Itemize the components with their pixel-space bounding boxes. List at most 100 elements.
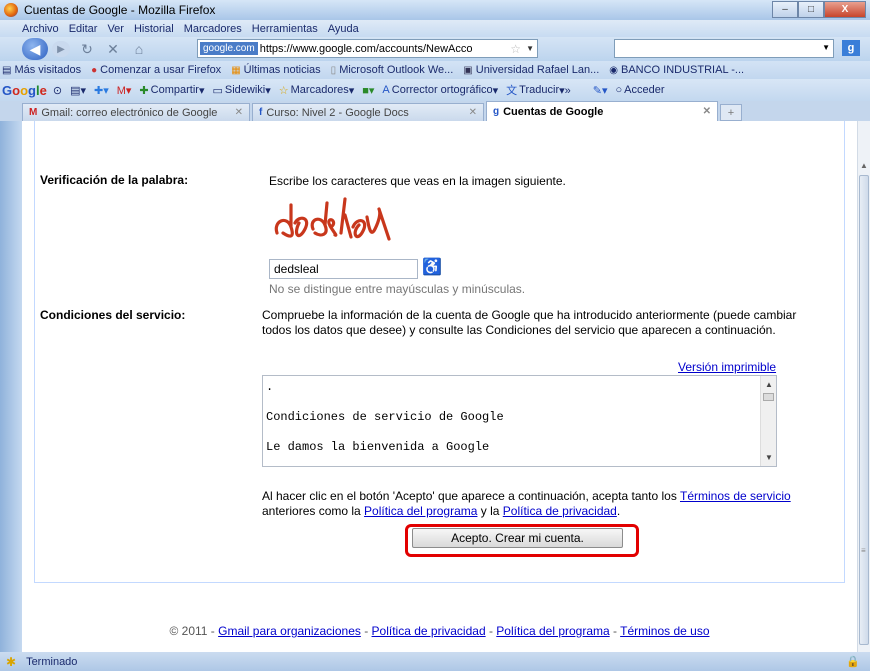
search-dropdown-icon[interactable]: ▼ xyxy=(822,43,830,52)
home-icon[interactable]: ⌂ xyxy=(130,41,148,57)
bookmark-latest-news[interactable]: ▦ Últimas noticias xyxy=(231,64,320,76)
gmail-icon: M xyxy=(29,107,38,118)
spellcheck-icon: A xyxy=(382,84,390,96)
star-icon: ☆ xyxy=(278,84,289,97)
minimize-button[interactable]: – xyxy=(772,1,798,18)
toolbar-signin-button[interactable]: ○ Acceder xyxy=(616,84,665,96)
tab-google-accounts[interactable]: g Cuentas de Google ✕ xyxy=(486,101,718,121)
tab-close-icon[interactable]: ✕ xyxy=(469,107,477,118)
footer-link-program-policy[interactable]: Política del programa xyxy=(496,624,609,638)
url-text[interactable]: https://www.google.com/accounts/NewAcco xyxy=(260,43,473,55)
toolbar-spellcheck-button[interactable]: A Corrector ortográfico ▾ xyxy=(382,84,498,97)
sidewiki-icon: ▭ xyxy=(212,84,223,97)
toolbar-sidewiki-button[interactable]: ▭ Sidewiki ▾ xyxy=(212,84,270,97)
page-footer: © 2011 - Gmail para organizaciones - Pol… xyxy=(169,624,710,638)
captcha-image-graphic xyxy=(274,197,391,241)
google-search-icon[interactable]: g xyxy=(842,40,860,56)
bookmark-getting-started[interactable]: ● Comenzar a usar Firefox xyxy=(91,64,221,76)
accessibility-icon[interactable]: ♿ xyxy=(422,257,442,277)
forward-button[interactable]: ▶ xyxy=(52,41,70,57)
bookmark-star-icon[interactable]: ☆ xyxy=(510,42,521,56)
scroll-grip-icon: ≡ xyxy=(861,546,866,555)
bookmark-bank[interactable]: ◉ BANCO INDUSTRIAL -... xyxy=(609,64,744,76)
tab-close-icon[interactable]: ✕ xyxy=(703,106,711,117)
terms-of-service-text: . Condiciones de servicio de Google Le d… xyxy=(266,380,504,454)
google-favicon: g xyxy=(493,106,500,117)
toolbar-plus-icon[interactable]: ✚▾ xyxy=(94,84,109,97)
tos-scroll-thumb[interactable] xyxy=(763,393,774,401)
word-verification-label: Verificación de la palabra: xyxy=(40,173,189,187)
docs-icon: f xyxy=(259,107,263,118)
menu-ayuda[interactable]: Ayuda xyxy=(328,23,359,35)
toolbar-translate-button[interactable]: 文 Traducir ▾» xyxy=(506,82,571,98)
rss-icon: ▦ xyxy=(231,64,241,76)
bookmark-university[interactable]: ▣ Universidad Rafael Lan... xyxy=(463,64,599,76)
page-scroll-up-icon[interactable]: ▲ xyxy=(860,161,868,170)
toolbar-gmail-icon[interactable]: M▾ xyxy=(117,84,132,97)
page-scroll-thumb[interactable] xyxy=(859,175,869,645)
status-icon: ✱ xyxy=(6,654,17,669)
menu-editar[interactable]: Editar xyxy=(69,23,98,35)
tos-scrollbar[interactable]: ▲ ▼ xyxy=(760,376,776,466)
status-bar: ✱ Terminado 🔒 xyxy=(0,652,870,671)
tab-close-icon[interactable]: ✕ xyxy=(235,107,243,118)
case-hint: No se distingue entre mayúsculas y minús… xyxy=(269,282,526,296)
scroll-down-icon[interactable]: ▼ xyxy=(765,453,773,462)
terms-of-service-box[interactable]: . Condiciones de servicio de Google Le d… xyxy=(262,375,777,467)
window-titlebar: Cuentas de Google - Mozilla Firefox – □ … xyxy=(0,0,870,20)
toolbar-search-icon[interactable]: ⊙ xyxy=(53,84,62,97)
footer-link-gmail-business[interactable]: Gmail para organizaciones xyxy=(218,624,361,638)
toolbar-bookmarks-button[interactable]: ☆ Marcadores ▾ xyxy=(279,84,354,97)
new-tab-button[interactable]: + xyxy=(720,104,742,121)
terms-label: Condiciones del servicio: xyxy=(40,308,186,322)
toolbar-menu-icon[interactable]: ▤▾ xyxy=(70,84,86,97)
toolbar-extra-icon[interactable]: ■▾ xyxy=(362,84,374,97)
back-button[interactable]: ◀ xyxy=(22,38,48,60)
privacy-policy-link[interactable]: Política de privacidad xyxy=(503,504,617,518)
url-dropdown-icon[interactable]: ▼ xyxy=(526,44,534,53)
firefox-bookmark-icon: ● xyxy=(91,64,98,76)
stop-icon[interactable]: ✕ xyxy=(104,41,122,58)
navigation-toolbar: ◀ ▶ ↻ ✕ ⌂ google.com https://www.google.… xyxy=(0,37,870,61)
reload-icon[interactable]: ↻ xyxy=(78,41,96,58)
window-title: Cuentas de Google - Mozilla Firefox xyxy=(24,3,216,17)
google-toolbar: Google ⊙ ▤▾ ✚▾ M▾ ✚ Compartir ▾ ▭ Sidewiki ▾… xyxy=(0,79,870,101)
accept-create-account-button[interactable]: Acepto. Crear mi cuenta. xyxy=(412,528,623,548)
maximize-button[interactable]: □ xyxy=(798,1,824,18)
terms-description: Compruebe la información de la cuenta de… xyxy=(262,308,797,337)
search-input[interactable]: ▼ xyxy=(614,39,834,58)
status-text: Terminado xyxy=(26,655,78,668)
close-button[interactable]: X xyxy=(824,1,866,18)
menu-herramientas[interactable]: Herramientas xyxy=(252,23,318,35)
footer-link-privacy[interactable]: Política de privacidad xyxy=(372,624,486,638)
bookmark-outlook[interactable]: ▯ Microsoft Outlook We... xyxy=(331,64,454,76)
bank-icon: ◉ xyxy=(609,64,618,76)
site-identity-badge[interactable]: google.com xyxy=(200,42,258,55)
google-toolbar-logo[interactable]: Google xyxy=(2,83,47,98)
window-left-edge xyxy=(0,121,22,652)
firefox-icon xyxy=(4,3,18,17)
tab-google-docs[interactable]: f Curso: Nivel 2 - Google Docs ✕ xyxy=(252,103,484,121)
share-icon: ✚ xyxy=(139,84,149,97)
toolbar-wrench-icon[interactable]: ✎▾ xyxy=(593,84,608,97)
captcha-input[interactable]: dedsleal xyxy=(269,259,418,279)
university-icon: ▣ xyxy=(463,64,473,76)
secure-lock-icon[interactable]: 🔒 xyxy=(846,655,860,668)
menu-ver[interactable]: Ver xyxy=(107,23,124,35)
captcha-image xyxy=(269,193,394,245)
accept-notice: Al hacer clic en el botón 'Acepto' que a… xyxy=(262,489,791,518)
user-icon: ○ xyxy=(615,84,623,96)
menu-archivo[interactable]: Archivo xyxy=(22,23,59,35)
toolbar-share-button[interactable]: ✚ Compartir ▾ xyxy=(139,84,204,97)
bookmark-most-visited[interactable]: ▤ Más visitados xyxy=(2,64,81,76)
printable-version-link[interactable]: Versión imprimible xyxy=(678,360,776,374)
page-scrollbar[interactable]: ▲ ≡ xyxy=(857,121,870,652)
url-bar[interactable]: google.com https://www.google.com/accoun… xyxy=(197,39,538,58)
program-policy-link[interactable]: Política del programa xyxy=(364,504,477,518)
terms-of-service-link[interactable]: Términos de servicio xyxy=(680,489,791,503)
menu-historial[interactable]: Historial xyxy=(134,23,174,35)
scroll-up-icon[interactable]: ▲ xyxy=(765,380,773,389)
footer-link-terms[interactable]: Términos de uso xyxy=(620,624,709,638)
menu-marcadores[interactable]: Marcadores xyxy=(184,23,242,35)
tab-gmail[interactable]: M Gmail: correo electrónico de Google ✕ xyxy=(22,103,250,121)
